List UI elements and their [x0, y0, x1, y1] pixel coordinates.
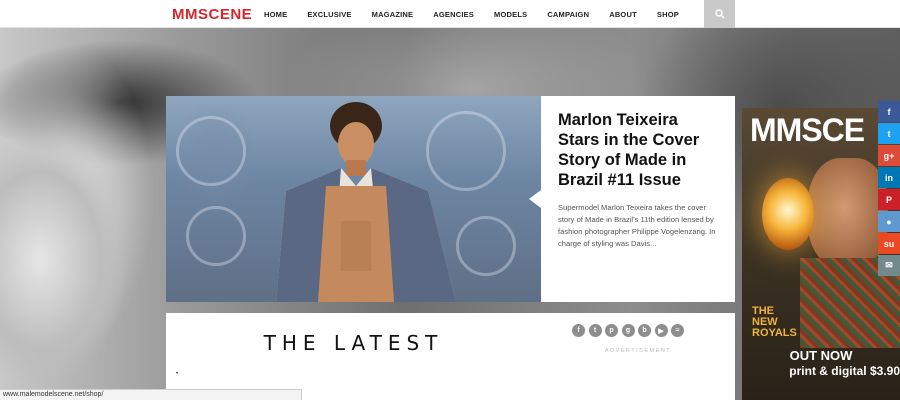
latest-heading: THE LATEST: [263, 331, 444, 355]
search-icon: [714, 9, 725, 19]
ad-cover-line: THE NEW ROYALS: [752, 305, 797, 339]
latest-section: THE LATEST •: [166, 313, 541, 400]
background-model-face: [0, 120, 175, 400]
featured-pointer: [529, 190, 541, 208]
featured-article: Marlon Teixeira Stars in the Cover Story…: [541, 96, 735, 302]
featured-excerpt: Supermodel Marlon Teixeira takes the cov…: [558, 203, 716, 248]
site-logo[interactable]: MMSCENE: [172, 6, 252, 23]
email-icon[interactable]: ✉: [878, 255, 900, 276]
facebook-icon[interactable]: f: [572, 324, 585, 337]
facebook-icon[interactable]: f: [878, 101, 900, 122]
sidebar-widget: f t p g b ▶ ≈ ADVERTISEMENT: [541, 313, 735, 400]
bloglovin-icon[interactable]: b: [638, 324, 651, 337]
ad-model-face: [808, 158, 888, 268]
featured-title[interactable]: Marlon Teixeira Stars in the Cover Story…: [558, 110, 721, 190]
nav-magazine[interactable]: MAGAZINE: [372, 10, 414, 19]
pinterest-icon[interactable]: p: [605, 324, 618, 337]
top-navigation: MMSCENE HOME EXCLUSIVE MAGAZINE AGENCIES…: [0, 0, 900, 28]
reddit-icon[interactable]: ●: [878, 211, 900, 232]
stumbleupon-icon[interactable]: su: [878, 233, 900, 254]
twitter-icon[interactable]: t: [878, 123, 900, 144]
youtube-icon[interactable]: ▶: [654, 324, 668, 337]
list-bullet: •: [176, 371, 179, 377]
pinterest-icon[interactable]: P: [878, 189, 900, 210]
search-button[interactable]: [704, 0, 735, 28]
social-links: f t p g b ▶ ≈: [572, 324, 688, 337]
ad-price: print & digital $3.90: [789, 364, 900, 378]
google-plus-icon[interactable]: g+: [878, 145, 900, 166]
linkedin-icon[interactable]: in: [878, 167, 900, 188]
advertisement-label: ADVERTISEMENT: [604, 348, 672, 354]
share-rail: f t g+ in P ● su ✉: [878, 101, 900, 277]
rss-icon[interactable]: ≈: [671, 324, 684, 337]
featured-image[interactable]: [166, 96, 541, 302]
google-plus-icon[interactable]: g: [621, 324, 635, 337]
nav-campaign[interactable]: CAMPAIGN: [547, 10, 589, 19]
main-menu: HOME EXCLUSIVE MAGAZINE AGENCIES MODELS …: [264, 10, 699, 19]
magazine-ad[interactable]: MMSCE THE NEW ROYALS OUT NOW print & dig…: [742, 108, 900, 400]
ad-masthead: MMSCE: [750, 112, 865, 148]
featured-model-figure: [276, 102, 456, 302]
nav-home[interactable]: HOME: [264, 10, 287, 19]
ad-out-now: OUT NOW: [789, 348, 853, 363]
nav-exclusive[interactable]: EXCLUSIVE: [307, 10, 351, 19]
ad-lightbulb: [762, 178, 814, 250]
nav-about[interactable]: ABOUT: [609, 10, 637, 19]
nav-shop[interactable]: SHOP: [657, 10, 679, 19]
nav-models[interactable]: MODELS: [494, 10, 527, 19]
browser-status-bar: www.malemodelscene.net/shop/: [0, 389, 302, 400]
twitter-icon[interactable]: t: [588, 324, 602, 337]
nav-agencies[interactable]: AGENCIES: [433, 10, 474, 19]
